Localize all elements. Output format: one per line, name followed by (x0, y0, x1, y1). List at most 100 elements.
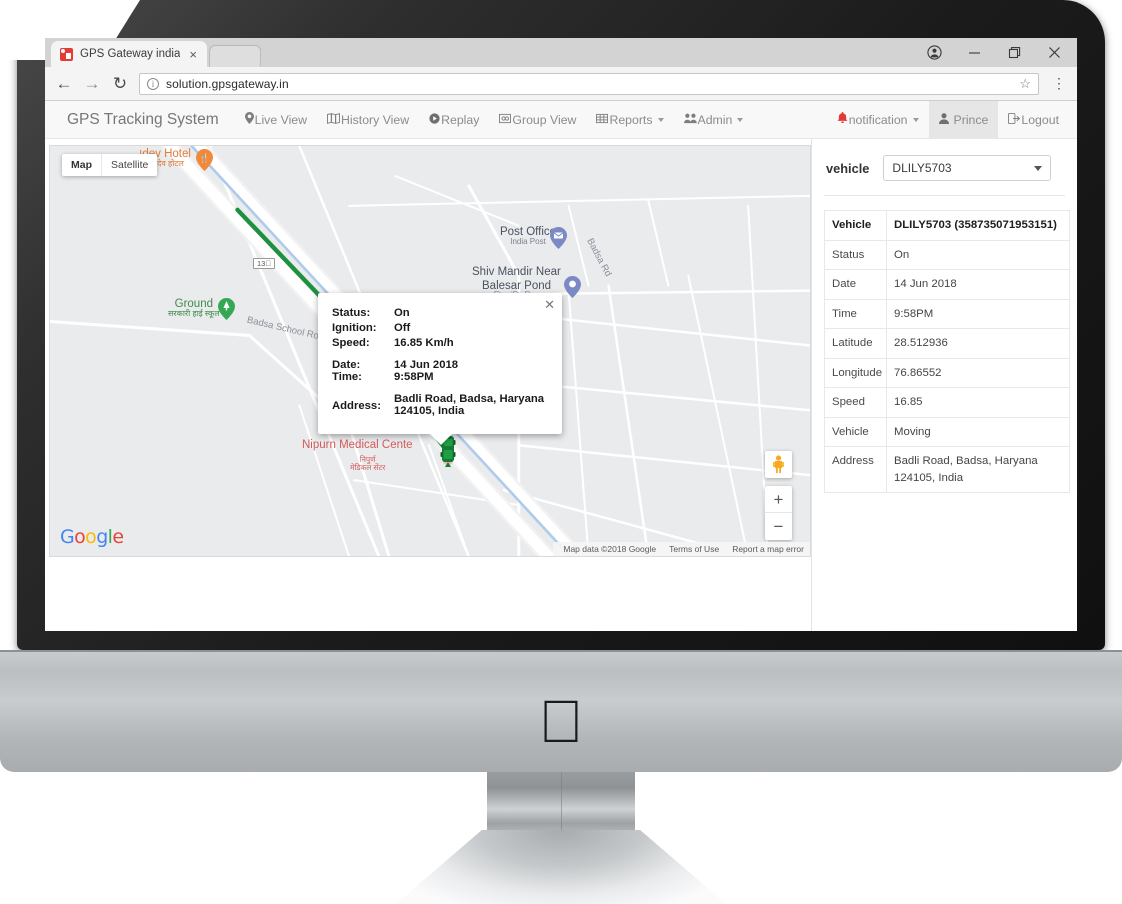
street-view-pegman-icon[interactable] (765, 451, 792, 478)
nav-item-label: History View (341, 112, 410, 127)
minimize-window-icon[interactable] (965, 44, 983, 62)
chevron-down-icon (737, 117, 744, 122)
terms-of-use-link[interactable]: Terms of Use (669, 544, 719, 554)
tab-title: GPS Gateway india (80, 48, 181, 60)
nav-item-admin[interactable]: Admin (674, 101, 754, 138)
table-cell-value: 14 Jun 2018 (886, 269, 1070, 300)
address-bar[interactable]: i solution.gpsgateway.in ☆ (139, 72, 1039, 95)
info-row-value: 9:58PM (394, 371, 434, 383)
map-type-map[interactable]: Map (62, 154, 101, 176)
close-info-window-icon[interactable]: ✕ (544, 298, 555, 311)
logout-icon (1008, 112, 1021, 127)
info-row-value: On (394, 307, 410, 319)
report-map-error-link[interactable]: Report a map error (732, 544, 804, 554)
table-cell-value: 16.85 (886, 387, 1070, 418)
table-row: Vehicle DLILY5703 (358735071953151) (824, 210, 1070, 241)
info-row-address: Address: Badli Road, Badsa, Haryana 1241… (332, 393, 546, 417)
zoom-out-button[interactable]: − (765, 513, 792, 540)
map-info-window: ✕ Status: On Ignition: Off Speed: 16.85 … (318, 293, 562, 434)
screenshot-root:  GPS Gateway india × (0, 0, 1122, 904)
map-zoom-control[interactable]: + − (765, 486, 792, 540)
google-logo: Google (60, 526, 124, 548)
nav-item-label: Reports (609, 112, 653, 127)
browser-window: GPS Gateway india × ← → ↻ i solution.gps… (45, 38, 1077, 631)
poi-pin-post-office-icon (550, 227, 567, 254)
close-tab-icon[interactable]: × (187, 48, 199, 61)
info-row-key: Ignition: (332, 322, 377, 334)
nav-item-label: Prince (953, 112, 989, 127)
nav-item-group-view[interactable]: Group View (489, 101, 586, 138)
map-attribution: Map data ©2018 Google Terms of Use Repor… (553, 542, 810, 556)
close-window-icon[interactable] (1045, 44, 1063, 62)
table-cell-key: Vehicle (824, 210, 887, 241)
table-cell-value: On (886, 239, 1070, 271)
table-cell-value: 9:58PM (886, 298, 1070, 330)
table-cell-value: Moving (886, 416, 1070, 448)
nav-item-replay[interactable]: Replay (419, 101, 489, 138)
nav-item-reports[interactable]: Reports (586, 101, 673, 138)
info-row-key: Date: (332, 359, 361, 371)
new-tab-button[interactable] (208, 45, 262, 67)
app-nav-right: notification Prince Logout (827, 101, 1077, 138)
info-row-value: Badli Road, Badsa, Haryana 124105, India (394, 393, 544, 417)
nav-item-label: Replay (441, 112, 480, 127)
poi-pin-restaurant-icon: 🍴 (196, 149, 213, 176)
browser-tab[interactable]: GPS Gateway india × (51, 41, 207, 67)
table-row: Status On (824, 239, 1070, 271)
info-row-value: 14 Jun 2018 (394, 359, 459, 371)
map-column: Map Satellite ।dev Hotel सुखदेव होटल 🍴 P… (45, 139, 811, 631)
table-cell-key: Longitude (824, 357, 887, 389)
nav-item-label: Admin (697, 112, 733, 127)
map-type-satellite[interactable]: Satellite (101, 154, 157, 176)
table-cell-value: Badli Road, Badsa, Haryana 124105, India (886, 446, 1070, 494)
nav-item-label: Logout (1021, 112, 1059, 127)
vehicle-picker: vehicle DLILY5703 (812, 139, 1077, 195)
info-row-key: Status: (332, 307, 371, 319)
table-cell-key: Speed (824, 387, 887, 418)
site-info-icon[interactable]: i (147, 77, 159, 90)
info-row-ignition: Ignition: Off (332, 322, 546, 334)
poi-pin-temple-icon (564, 276, 581, 303)
book-icon (327, 112, 341, 127)
nav-item-label: notification (848, 112, 908, 127)
maximize-window-icon[interactable] (1005, 44, 1023, 62)
nav-item-history-view[interactable]: History View (317, 101, 419, 138)
nav-item-notification[interactable]: notification (827, 101, 929, 138)
window-controls (925, 38, 1071, 67)
reload-button[interactable]: ↻ (111, 75, 129, 92)
back-button[interactable]: ← (55, 75, 73, 92)
apple-logo-icon:  (539, 692, 584, 752)
table-cell-key: Time (824, 298, 887, 330)
info-row-value: 16.85 Km/h (394, 337, 454, 349)
address-bar-url: solution.gpsgateway.in (166, 76, 289, 91)
browser-menu-icon[interactable]: ⋮ (1049, 76, 1069, 91)
zoom-in-button[interactable]: + (765, 486, 792, 513)
table-row: Address Badli Road, Badsa, Haryana 12410… (824, 446, 1070, 494)
forward-button[interactable]: → (83, 75, 101, 92)
nav-item-live-view[interactable]: Live View (235, 101, 317, 138)
bookmark-star-icon[interactable]: ☆ (1019, 76, 1031, 92)
vehicle-info-table: Vehicle DLILY5703 (358735071953151) Stat… (824, 210, 1070, 494)
table-row: Longitude 76.86552 (824, 357, 1070, 389)
nav-item-logout[interactable]: Logout (998, 101, 1077, 138)
google-map[interactable]: Map Satellite ।dev Hotel सुखदेव होटल 🍴 P… (49, 145, 811, 557)
address-line-1: Badli Road, Badsa, Haryana (394, 393, 545, 405)
table-cell-key: Date (824, 269, 887, 300)
info-row-time: Time: 9:58PM (332, 371, 546, 383)
nav-item-user[interactable]: Prince (928, 101, 999, 138)
map-data-credit: Map data ©2018 Google (563, 544, 657, 554)
info-row-value: Off (394, 322, 411, 334)
app-nav-links: Live View History View Replay Group View… (235, 101, 754, 138)
table-cell-key: Vehicle (824, 416, 887, 448)
table-cell-value: DLILY5703 (358735071953151) (886, 210, 1070, 241)
chevron-down-icon (657, 117, 664, 122)
map-type-control[interactable]: Map Satellite (62, 154, 158, 176)
vehicle-select-dropdown[interactable]: DLILY5703 (883, 155, 1052, 181)
table-cell-key: Address (824, 446, 887, 494)
table-cell-value: 28.512936 (886, 328, 1070, 359)
info-row-key: Speed: (332, 337, 370, 349)
profile-icon[interactable] (925, 44, 943, 62)
svg-text:🍴: 🍴 (199, 152, 210, 164)
